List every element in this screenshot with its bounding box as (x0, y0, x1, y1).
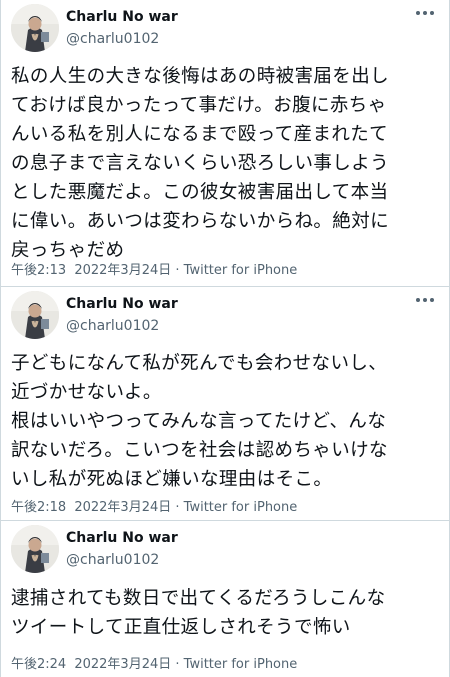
avatar-image (11, 4, 59, 52)
tweet-date[interactable]: 2022年3月24日 (74, 263, 171, 278)
display-name[interactable]: Charlu No war (66, 529, 178, 547)
meta-separator: · (171, 500, 184, 515)
author-info: Charlu No war @charlu0102 (66, 529, 178, 569)
tweet-text: 子どもになんて私が死んでも会わせないし、 近づかせないよ。 根はいいやつってみん… (11, 353, 388, 490)
avatar[interactable] (11, 4, 59, 52)
tweet[interactable]: Charlu No war @charlu0102 子どもになんて私が死んでも会… (1, 287, 449, 521)
tweet-time[interactable]: 午後2:13 (11, 263, 66, 278)
tweet[interactable]: Charlu No war @charlu0102 私の人生の大きな後悔はあの時… (1, 0, 449, 287)
more-options-icon[interactable] (415, 6, 435, 20)
tweet-header: Charlu No war @charlu0102 (9, 521, 441, 584)
tweet-client[interactable]: Twitter for iPhone (184, 263, 298, 278)
tweet-time[interactable]: 午後2:24 (11, 657, 66, 672)
display-name[interactable]: Charlu No war (66, 8, 178, 26)
meta-separator: · (171, 657, 184, 672)
tweet-text: 私の人生の大きな後悔はあの時被害届を出し ておけば良かったって事だけ。お腹に赤ち… (11, 66, 390, 261)
tweet-meta: 午後2:24 2022年3月24日 · Twitter for iPhone (11, 657, 297, 673)
tweet-date[interactable]: 2022年3月24日 (74, 657, 171, 672)
author-info: Charlu No war @charlu0102 (66, 295, 178, 335)
tweet-client[interactable]: Twitter for iPhone (184, 500, 298, 515)
tweet-meta: 午後2:18 2022年3月24日 · Twitter for iPhone (11, 500, 297, 516)
tweet-client[interactable]: Twitter for iPhone (184, 657, 298, 672)
display-name[interactable]: Charlu No war (66, 295, 178, 313)
tweet-time[interactable]: 午後2:18 (11, 500, 66, 515)
avatar[interactable] (11, 525, 59, 573)
tweet[interactable]: Charlu No war @charlu0102 逮捕されても数日で出てくるだ… (1, 521, 449, 677)
avatar[interactable] (11, 291, 59, 339)
tweet-meta: 午後2:13 2022年3月24日 · Twitter for iPhone (11, 263, 297, 279)
author-info: Charlu No war @charlu0102 (66, 8, 178, 48)
tweet-header: Charlu No war @charlu0102 (9, 0, 441, 62)
avatar-image (11, 525, 59, 573)
tweet-text: 逮捕されても数日で出てくるだろうしこんな ツイートして正直仕返しされそうで怖い (11, 588, 386, 638)
handle[interactable]: @charlu0102 (66, 317, 178, 335)
handle[interactable]: @charlu0102 (66, 551, 178, 569)
tweet-header: Charlu No war @charlu0102 (9, 287, 441, 349)
meta-separator: · (171, 263, 184, 278)
avatar-image (11, 291, 59, 339)
tweet-timeline: Charlu No war @charlu0102 私の人生の大きな後悔はあの時… (0, 0, 450, 677)
more-options-icon[interactable] (415, 293, 435, 307)
handle[interactable]: @charlu0102 (66, 30, 178, 48)
tweet-date[interactable]: 2022年3月24日 (74, 500, 171, 515)
